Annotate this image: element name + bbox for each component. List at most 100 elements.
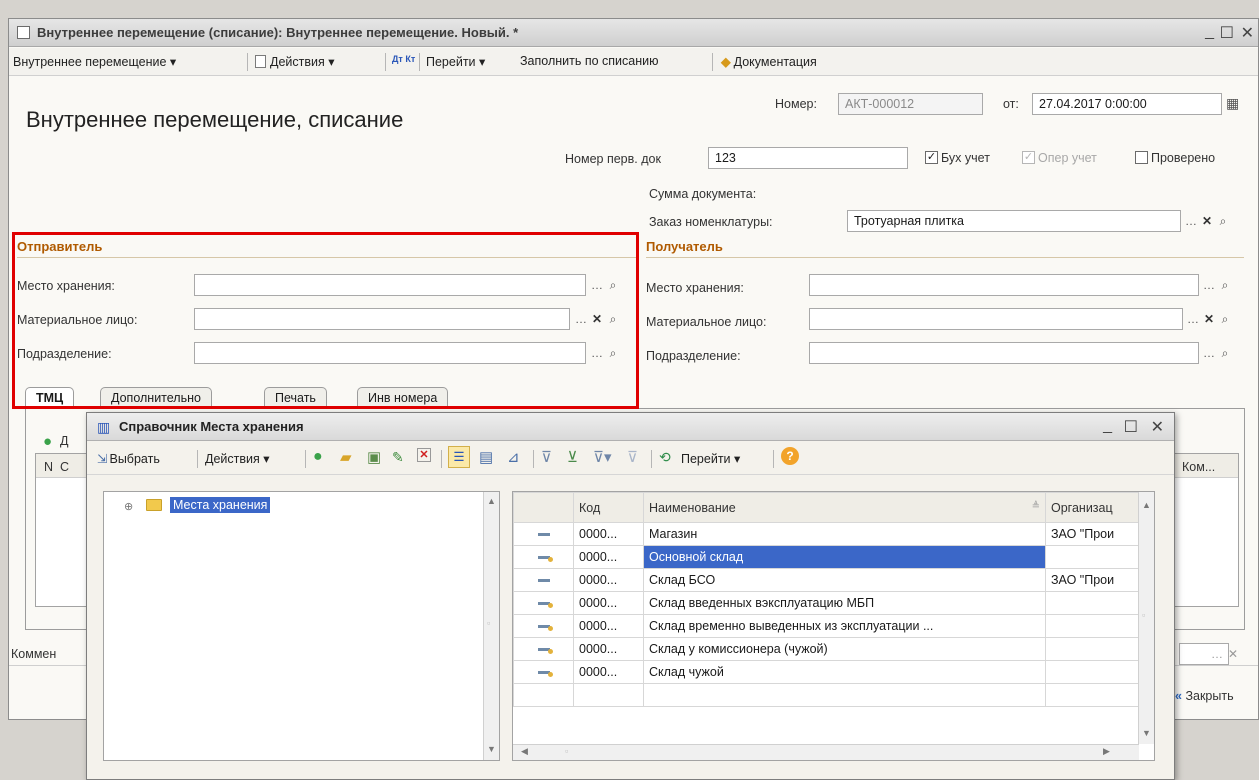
receiver-person-open-icon[interactable]: ⌕ [1217, 309, 1233, 329]
receiver-storage-field[interactable] [809, 274, 1199, 296]
row-name: Склад БСО [643, 568, 1046, 592]
table-row[interactable]: 0000... Склад введенных вэксплуатацию МБП [513, 591, 1140, 615]
tree-root-item[interactable]: Места хранения [170, 497, 271, 513]
storage-marked-icon [537, 602, 553, 609]
select-button[interactable]: ⇲ Выбрать [97, 451, 160, 466]
add-group-icon[interactable]: ▰ [340, 448, 352, 466]
close-icon[interactable]: ✕ [1241, 23, 1254, 43]
dialog-maximize-icon[interactable]: ☐ [1124, 417, 1138, 437]
column-name[interactable]: Наименование ≜ [643, 492, 1046, 523]
delete-icon[interactable]: ✕ [417, 448, 431, 462]
calendar-icon[interactable]: ▦ [1226, 95, 1239, 112]
documentation-button[interactable]: ◆ Документация [721, 54, 817, 69]
expand-icon[interactable]: ⊕ [124, 500, 133, 513]
copy-icon[interactable]: ▣ [367, 448, 381, 466]
add-row-label[interactable]: Д [60, 434, 68, 448]
minimize-icon[interactable]: _ [1205, 23, 1214, 41]
list-v-scrollbar[interactable]: ▲ ▫ ▼ [1138, 492, 1154, 744]
dialog-goto-menu[interactable]: Перейти ▾ [681, 451, 740, 466]
row-name: Магазин [643, 522, 1046, 546]
column-org[interactable]: Организац [1045, 492, 1140, 523]
refresh-icon[interactable]: ⟲ [659, 449, 671, 466]
storage-marked-icon [537, 556, 553, 563]
fill-by-writeoff-button[interactable]: Заполнить по списанию [520, 54, 659, 68]
oper-checkbox[interactable]: ✓ [1022, 151, 1035, 164]
dt-kt-icon[interactable]: Дт Кт [392, 54, 415, 64]
storage-marked-icon [537, 625, 553, 632]
receiver-dept-field[interactable] [809, 342, 1199, 364]
row-name: Основной склад [643, 545, 1046, 569]
row-name: Склад введенных вэксплуатацию МБП [643, 591, 1046, 615]
dialog-minimize-icon[interactable]: _ [1103, 417, 1112, 435]
number-label: Номер: [775, 97, 817, 111]
receiver-dept-open-icon[interactable]: ⌕ [1217, 343, 1233, 363]
receiver-section-title: Получатель [646, 239, 723, 254]
date-label: от: [1003, 97, 1019, 111]
actions-menu[interactable]: Действия ▾ [255, 54, 335, 69]
checked-checkbox[interactable] [1135, 151, 1148, 164]
order-clear-icon[interactable]: ✕ [1199, 211, 1215, 231]
order-field[interactable]: Тротуарная плитка [847, 210, 1181, 232]
list-pane[interactable]: Код Наименование ≜ Организац 0000... Магаз… [512, 491, 1155, 761]
tree-scrollbar[interactable]: ▲ ▫ ▼ [483, 492, 499, 760]
sender-highlight-frame [12, 232, 639, 409]
close-arrow-icon: « [1175, 689, 1182, 703]
row-org [1045, 614, 1140, 638]
number-field[interactable]: АКТ-000012 [838, 93, 983, 115]
storage-table[interactable]: Код Наименование ≜ Организац 0000... Магаз… [513, 492, 1140, 707]
list-h-scrollbar[interactable]: ◀ ▫ ▶ [513, 744, 1139, 760]
clear-filter-icon[interactable]: ⊽ [627, 448, 638, 466]
comment-label: Коммен [11, 647, 57, 661]
edit-icon[interactable]: ✎ [392, 449, 404, 466]
table-row[interactable]: 0000... Основной склад [513, 545, 1140, 569]
maximize-icon[interactable]: ☐ [1220, 23, 1234, 43]
table-row[interactable]: 0000... Склад временно выведенных из эксп… [513, 614, 1140, 638]
close-button[interactable]: « Закрыть [1175, 689, 1234, 703]
tree-view-icon[interactable]: ⊿ [507, 448, 520, 466]
row-type-icon [513, 637, 574, 661]
receiver-storage-select-icon[interactable]: … [1201, 275, 1217, 295]
filter-icon[interactable]: ⊽ [541, 448, 552, 466]
goto-menu[interactable]: Перейти ▾ [426, 54, 485, 69]
row-org: ЗАО "Прои [1045, 568, 1140, 592]
receiver-person-field[interactable] [809, 308, 1183, 330]
receiver-storage-open-icon[interactable]: ⌕ [1217, 275, 1233, 295]
dialog-close-icon[interactable]: ✕ [1151, 417, 1164, 437]
table-row[interactable]: 0000... Склад у комиссионера (чужой) [513, 637, 1140, 661]
order-open-icon[interactable]: ⌕ [1215, 211, 1231, 231]
order-select-icon[interactable]: … [1183, 211, 1199, 231]
hierarchy-view-icon[interactable]: ☰ [448, 446, 470, 468]
filter-by-value-icon[interactable]: ⊻ [567, 448, 578, 466]
column-code[interactable]: Код [573, 492, 644, 523]
help-icon[interactable]: ? [781, 447, 799, 465]
row-type-icon [513, 568, 574, 592]
receiver-person-clear-icon[interactable]: ✕ [1201, 309, 1217, 329]
buh-label: Бух учет [941, 151, 990, 165]
buh-checkbox[interactable]: ✓ [925, 151, 938, 164]
row-org [1045, 545, 1140, 569]
row-code: 0000... [573, 591, 644, 615]
empty-row [513, 683, 1140, 707]
table-row[interactable]: 0000... Магазин ЗАО "Прои [513, 522, 1140, 546]
primary-doc-field[interactable]: 123 [708, 147, 908, 169]
primary-doc-label: Номер перв. док [565, 152, 661, 166]
date-field[interactable]: 27.04.2017 0:00:00 [1032, 93, 1222, 115]
filter-history-icon[interactable]: ⊽▾ [593, 448, 612, 466]
list-view-icon[interactable]: ▤ [479, 448, 493, 466]
add-row-icon[interactable]: ● [43, 433, 52, 450]
table-header-row: Код Наименование ≜ Организац [513, 492, 1140, 523]
table-row[interactable]: 0000... Склад БСО ЗАО "Прои [513, 568, 1140, 592]
sort-icon: ≜ [1031, 500, 1040, 512]
comment-clear-icon[interactable]: ✕ [1225, 644, 1241, 664]
dialog-actions-menu[interactable]: Действия ▾ [205, 451, 270, 466]
doc-type-menu[interactable]: Внутреннее перемещение ▾ [13, 54, 176, 69]
page-title: Внутреннее перемещение, списание [26, 107, 404, 132]
table-row[interactable]: 0000... Склад чужой [513, 660, 1140, 684]
tree-pane[interactable]: ⊕ Места хранения ▲ ▫ ▼ [103, 491, 500, 761]
row-name: Склад чужой [643, 660, 1046, 684]
comment-select-icon[interactable]: … [1209, 644, 1225, 664]
add-icon[interactable]: ● [313, 448, 323, 466]
receiver-dept-select-icon[interactable]: … [1201, 343, 1217, 363]
receiver-person-select-icon[interactable]: … [1185, 309, 1201, 329]
row-code: 0000... [573, 522, 644, 546]
